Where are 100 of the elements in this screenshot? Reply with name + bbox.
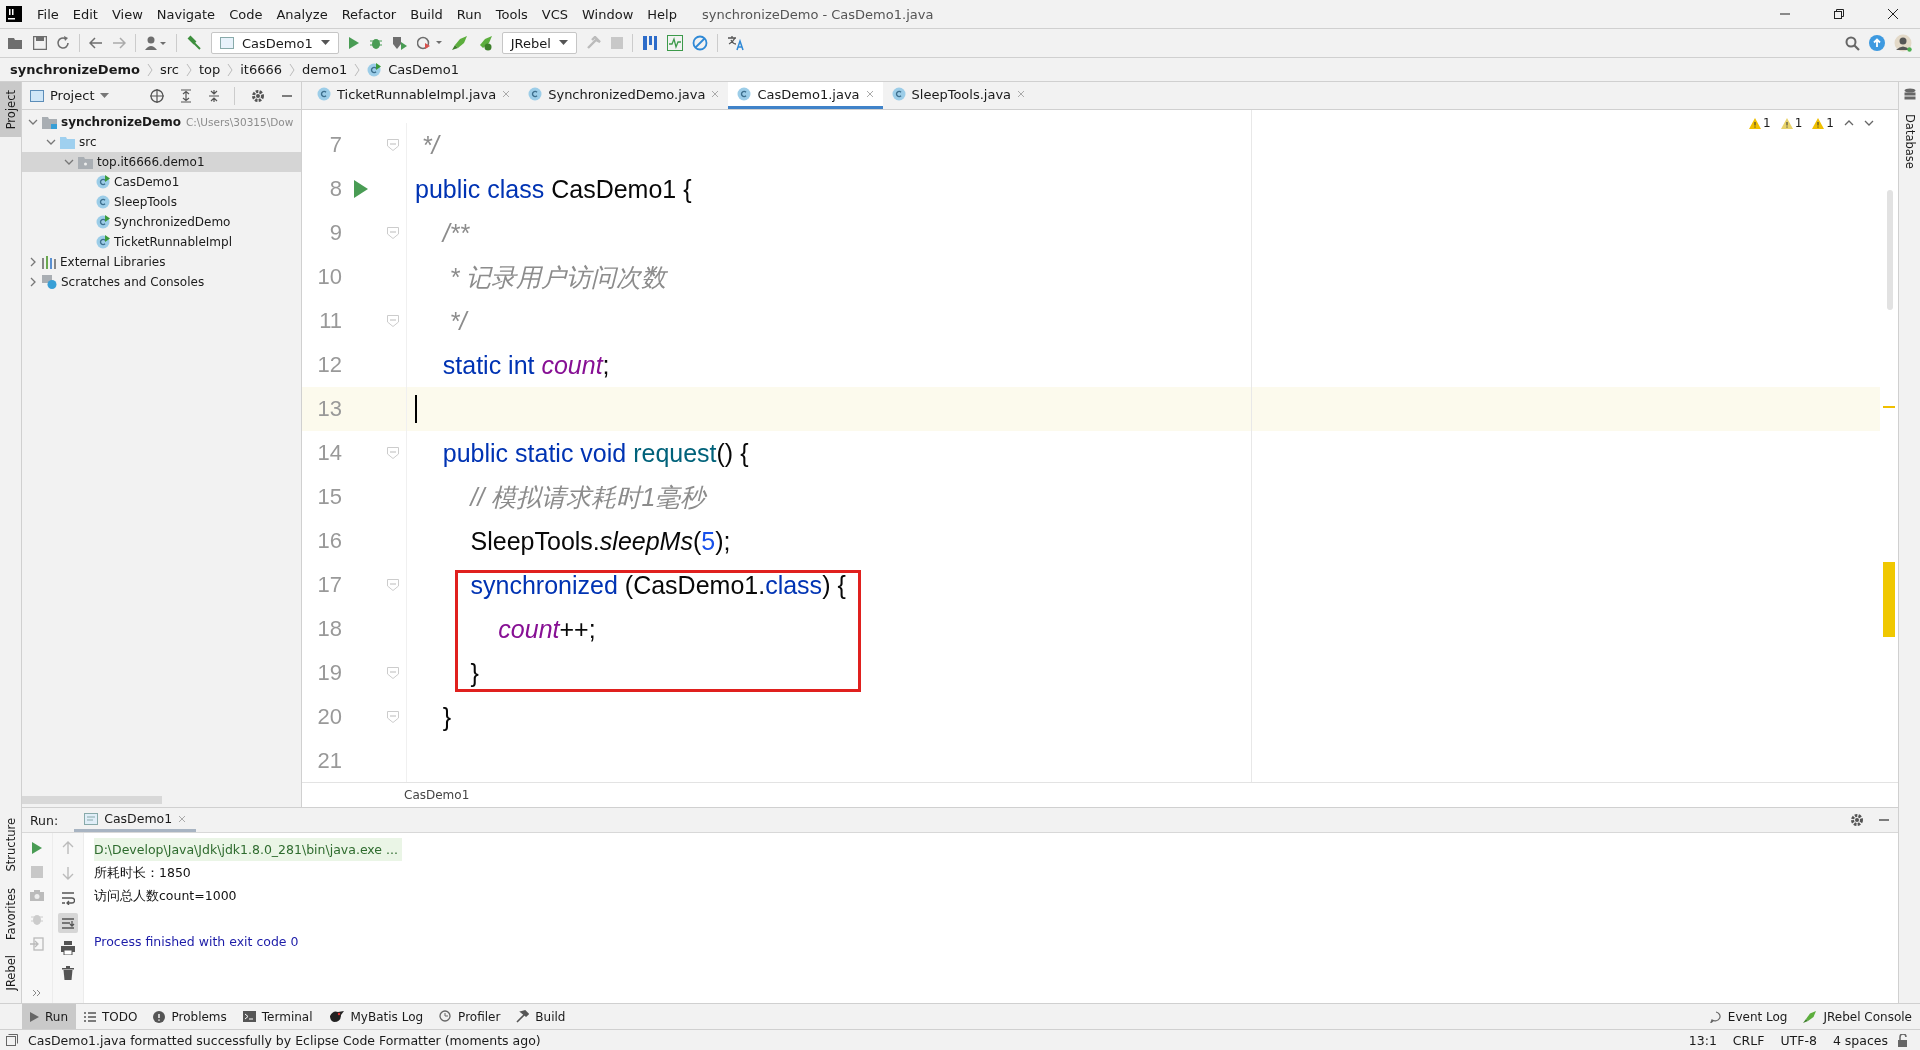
fold-marker-icon[interactable] [387, 667, 399, 679]
status-item[interactable]: 4 spaces [1832, 1032, 1888, 1048]
breadcrumb-item[interactable]: synchronizeDemo [10, 62, 140, 77]
tool-window-tab[interactable]: TODO [76, 1004, 146, 1029]
settings-icon[interactable] [251, 88, 265, 103]
chevron-up-icon[interactable] [1844, 119, 1854, 127]
scroll-to-end-icon[interactable] [58, 913, 78, 933]
menu-item[interactable]: Analyze [269, 6, 335, 22]
panel-toggle-icon[interactable] [6, 1034, 18, 1046]
unlock-icon[interactable] [1898, 1033, 1910, 1047]
side-tab[interactable]: JRebel [0, 947, 21, 999]
chevron-icon[interactable] [46, 137, 56, 147]
tree-item[interactable]: External Libraries [22, 252, 301, 272]
settings-icon[interactable] [1850, 813, 1864, 827]
side-tab[interactable]: Database [1899, 106, 1920, 177]
fold-marker-icon[interactable] [387, 139, 399, 151]
tree-item[interactable]: SynchronizedDemo [22, 212, 301, 232]
bug-icon[interactable] [368, 36, 383, 50]
breadcrumb-item[interactable]: top [198, 62, 221, 77]
double-chevron-icon[interactable] [32, 989, 42, 997]
search-icon[interactable] [1845, 35, 1860, 51]
menu-item[interactable]: Run [449, 6, 489, 22]
fold-marker-icon[interactable] [387, 447, 399, 459]
tool-window-tab[interactable]: Build [508, 1004, 574, 1029]
menu-item[interactable]: File [30, 6, 66, 22]
tool-window-tab[interactable]: Run [22, 1004, 76, 1029]
side-tab[interactable]: Structure [0, 810, 21, 880]
rerun-icon[interactable] [31, 841, 43, 855]
pulse-chart-icon[interactable] [666, 35, 683, 51]
breadcrumb-item[interactable]: CasDemo1 [388, 62, 459, 77]
scrollbar-thumb[interactable] [22, 796, 162, 804]
upload-icon[interactable] [1869, 35, 1885, 51]
menu-item[interactable]: Refactor [334, 6, 404, 22]
fold-marker-icon[interactable] [387, 711, 399, 723]
tree-item[interactable]: SleepTools [22, 192, 301, 212]
warning-count[interactable]: 1 [1812, 116, 1834, 130]
menu-item[interactable]: Code [222, 6, 270, 22]
side-tab[interactable]: Favorites [0, 879, 21, 948]
run-config-dropdown[interactable]: CasDemo1 [211, 32, 339, 54]
console-tab[interactable]: CasDemo1 [74, 808, 197, 832]
menu-item[interactable]: Tools [488, 6, 535, 22]
tree-item[interactable]: synchronizeDemo C:\Users\30315\Dow [22, 112, 301, 132]
menu-item[interactable]: Navigate [149, 6, 223, 22]
fold-marker-icon[interactable] [387, 227, 399, 239]
menu-item[interactable]: Window [575, 6, 641, 22]
breadcrumb-item[interactable]: it6666 [240, 62, 283, 77]
expand-all-icon[interactable] [180, 88, 192, 103]
fold-marker-icon[interactable] [387, 315, 399, 327]
tool-window-tab[interactable]: Profiler [431, 1004, 509, 1029]
shield-run-icon[interactable] [391, 36, 408, 50]
tree-item[interactable]: Scratches and Consoles [22, 272, 301, 292]
fold-marker-icon[interactable] [387, 579, 399, 591]
tree-item[interactable]: top.it6666.demo1 [22, 152, 301, 172]
caret-icon[interactable] [100, 92, 110, 99]
target-icon[interactable] [150, 88, 164, 103]
status-item[interactable]: CRLF [1732, 1032, 1765, 1048]
editor-tab[interactable]: SleepTools.java [882, 82, 1035, 109]
back-arrow-icon[interactable] [89, 37, 103, 49]
editor-tab[interactable]: SynchronizedDemo.java [519, 82, 729, 109]
panel-title[interactable]: Project [50, 88, 95, 103]
database-icon[interactable] [1903, 88, 1916, 102]
menu-item[interactable]: Edit [65, 6, 105, 22]
editor-tab[interactable]: TicketRunnableImpl.java [308, 82, 520, 109]
save-icon[interactable] [33, 36, 47, 50]
hammer-icon[interactable] [186, 35, 202, 51]
soft-wrap-icon[interactable] [61, 891, 75, 905]
menu-item[interactable]: Help [640, 6, 684, 22]
chevron-icon[interactable] [64, 157, 74, 167]
warning-count[interactable]: 1 [1749, 116, 1771, 130]
scrollbar-thumb[interactable] [1887, 190, 1893, 310]
breadcrumb-item[interactable]: demo1 [302, 62, 348, 77]
tree-item[interactable]: TicketRunnableImpl [22, 232, 301, 252]
tool-window-tab[interactable]: JRebel Console [1795, 1004, 1920, 1029]
translate-icon[interactable] [726, 35, 745, 51]
side-tab[interactable]: Project [0, 82, 21, 138]
close-icon[interactable] [1887, 8, 1899, 20]
run-icon[interactable] [347, 36, 360, 50]
tree-item[interactable]: src [22, 132, 301, 152]
editor-breadcrumb[interactable]: CasDemo1 [404, 788, 470, 802]
menu-item[interactable]: Build [403, 6, 450, 22]
tree-item[interactable]: CasDemo1 [22, 172, 301, 192]
jrebel-dropdown[interactable]: JRebel [501, 32, 577, 54]
trash-icon[interactable] [62, 966, 74, 980]
tool-window-tab[interactable]: MyBatis Log [320, 1004, 432, 1029]
chevron-down-icon[interactable] [1864, 119, 1874, 127]
forward-arrow-icon[interactable] [112, 37, 126, 49]
status-item[interactable]: 13:1 [1688, 1032, 1717, 1048]
user-dropdown-icon[interactable] [145, 36, 167, 50]
collapse-all-icon[interactable] [208, 88, 220, 103]
no-entry-icon[interactable] [691, 35, 708, 51]
chevron-icon[interactable] [28, 277, 38, 287]
avatar-icon[interactable] [1894, 34, 1912, 52]
editor-tab[interactable]: CasDemo1.java [728, 82, 883, 109]
breadcrumb-item[interactable]: src [159, 62, 179, 77]
menu-item[interactable]: VCS [534, 6, 576, 22]
warning-count[interactable]: 1 [1780, 116, 1803, 130]
folder-icon[interactable] [8, 36, 24, 50]
print-icon[interactable] [61, 941, 75, 955]
profiler-icon[interactable] [416, 36, 443, 50]
status-item[interactable]: UTF-8 [1780, 1032, 1817, 1048]
